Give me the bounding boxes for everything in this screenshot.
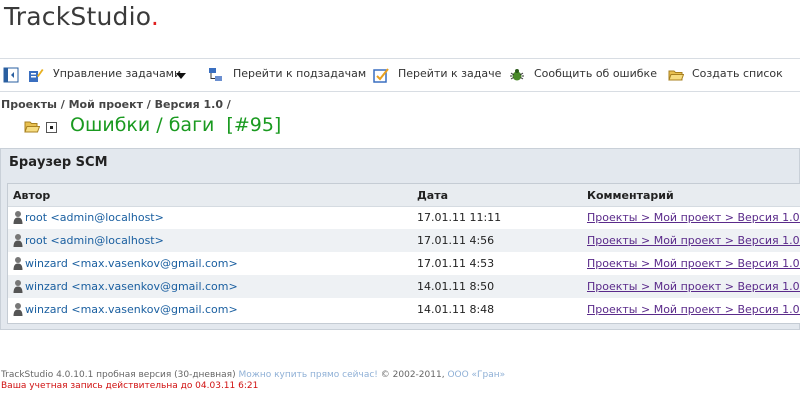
row-date: 14.01.11 8:48 — [417, 303, 495, 316]
expand-toggle-icon[interactable] — [46, 122, 57, 133]
row-comment-link[interactable]: Проекты > Мой проект > Версия 1.0 > — [587, 303, 800, 316]
toolbar-goto-subtasks[interactable]: Перейти к подзадачам — [233, 67, 366, 80]
subtasks-icon — [209, 68, 222, 81]
row-comment-link[interactable]: Проекты > Мой проект > Версия 1.0 > — [587, 280, 800, 293]
breadcrumb-my-project[interactable]: Мой проект — [69, 98, 143, 111]
row-author[interactable]: winzard <max.vasenkov@gmail.com> — [25, 303, 238, 316]
row-comment-link[interactable]: Проекты > Мой проект > Версия 1.0 > — [587, 234, 800, 247]
user-icon — [13, 234, 23, 247]
scm-browser-panel: Браузер SCM Автор Дата Комментарий root … — [0, 148, 800, 330]
toolbar: Управление задачами Перейти к подзадачам… — [0, 58, 800, 92]
column-comment[interactable]: Комментарий — [587, 189, 674, 202]
user-icon — [13, 211, 23, 224]
breadcrumb-projects[interactable]: Проекты — [1, 98, 57, 111]
breadcrumb-separator: / — [56, 98, 69, 111]
footer-version: TrackStudio 4.0.10.1 пробная версия (30-… — [1, 370, 236, 380]
bug-report-icon — [510, 69, 524, 81]
table-row: winzard <max.vasenkov@gmail.com> 14.01.1… — [8, 275, 800, 298]
task-management-icon — [29, 69, 44, 82]
breadcrumb: Проекты / Мой проект / Версия 1.0 / — [1, 98, 231, 111]
column-date[interactable]: Дата — [417, 189, 448, 202]
toolbar-report-bug[interactable]: Сообщить об ошибке — [534, 67, 657, 80]
footer-info: TrackStudio 4.0.10.1 пробная версия (30-… — [1, 370, 505, 380]
user-icon — [13, 280, 23, 293]
account-expiry-warning: Ваша учетная запись действительна до 04.… — [1, 381, 259, 391]
table-row: winzard <max.vasenkov@gmail.com> 17.01.1… — [8, 252, 800, 275]
task-name: Ошибки / баги — [70, 114, 215, 136]
collapse-panel-icon[interactable] — [3, 67, 19, 83]
table-row: root <admin@localhost> 17.01.11 4:56 Про… — [8, 229, 800, 252]
breadcrumb-separator: / — [222, 98, 231, 111]
open-folder-icon — [24, 121, 40, 133]
row-date: 17.01.11 4:56 — [417, 234, 495, 247]
row-date: 17.01.11 11:11 — [417, 211, 502, 224]
user-icon — [13, 303, 23, 316]
chevron-down-icon[interactable] — [175, 71, 187, 81]
row-comment-link[interactable]: Проекты > Мой проект > Версия 1.0 > — [587, 257, 800, 270]
row-date: 17.01.11 4:53 — [417, 257, 495, 270]
task-title: Ошибки / баги [#95] — [70, 114, 281, 136]
breadcrumb-version[interactable]: Версия 1.0 — [155, 98, 223, 111]
row-date: 14.01.11 8:50 — [417, 280, 495, 293]
row-author[interactable]: winzard <max.vasenkov@gmail.com> — [25, 257, 238, 270]
footer-buy-link[interactable]: Можно купить прямо сейчас! — [238, 370, 377, 380]
table-row: root <admin@localhost> 17.01.11 11:11 Пр… — [8, 206, 800, 229]
breadcrumb-separator: / — [142, 98, 155, 111]
row-author[interactable]: root <admin@localhost> — [25, 211, 164, 224]
app-logo[interactable]: TrackStudio. — [4, 2, 159, 31]
row-author[interactable]: root <admin@localhost> — [25, 234, 164, 247]
toolbar-task-management[interactable]: Управление задачами — [53, 67, 181, 80]
task-number: [#95] — [226, 114, 282, 136]
row-author[interactable]: winzard <max.vasenkov@gmail.com> — [25, 280, 238, 293]
user-icon — [13, 257, 23, 270]
footer-company-link[interactable]: ООО «Гран» — [447, 370, 505, 380]
goto-task-icon — [373, 68, 389, 83]
folder-icon — [668, 70, 684, 81]
toolbar-create-list[interactable]: Создать список — [692, 67, 783, 80]
toolbar-goto-task[interactable]: Перейти к задаче — [398, 67, 501, 80]
scm-table: Автор Дата Комментарий root <admin@local… — [7, 183, 800, 324]
panel-title: Браузер SCM — [9, 155, 108, 170]
row-comment-link[interactable]: Проекты > Мой проект > Версия 1.0 > — [587, 211, 800, 224]
column-author[interactable]: Автор — [13, 189, 50, 202]
footer-copyright: © 2002-2011, — [380, 370, 445, 380]
table-row: winzard <max.vasenkov@gmail.com> 14.01.1… — [8, 298, 800, 321]
table-header: Автор Дата Комментарий — [8, 184, 800, 207]
